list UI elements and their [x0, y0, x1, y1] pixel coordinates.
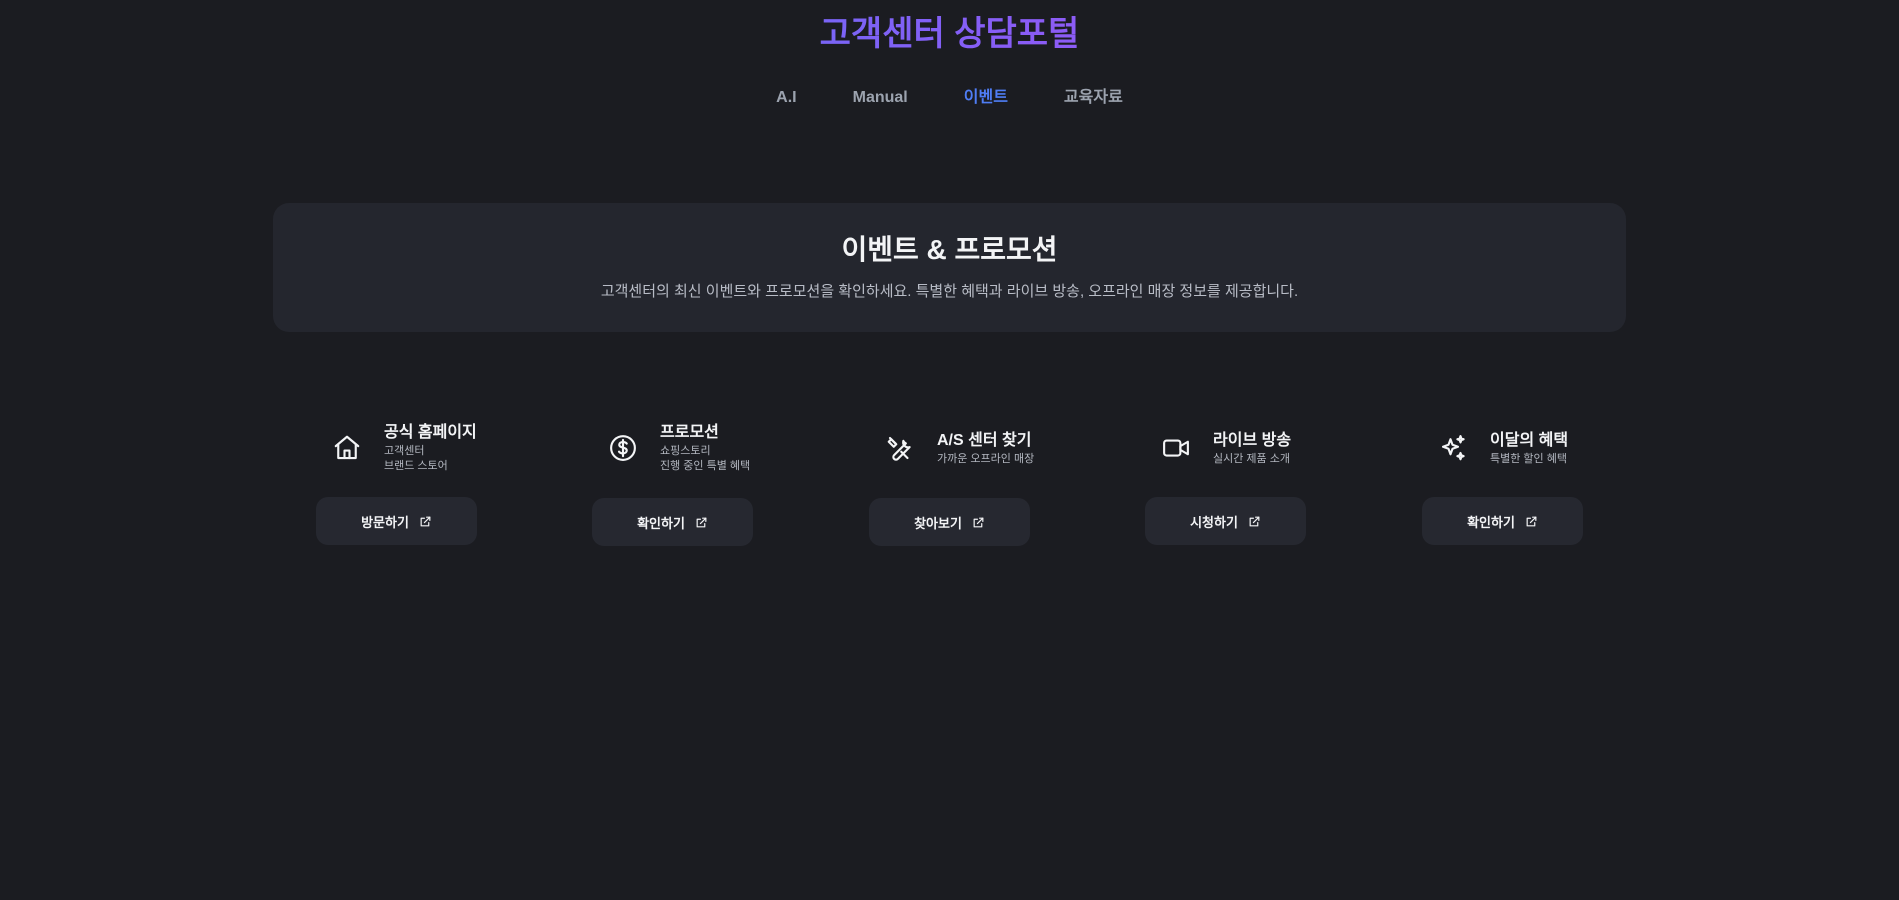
card-subtitle: 실시간 제품 소개 [1213, 452, 1290, 465]
external-link-icon [1525, 515, 1538, 528]
hero-title: 이벤트 & 프로모션 [841, 234, 1058, 265]
card-title: 공식 홈페이지 [384, 424, 477, 441]
external-link-icon [419, 515, 432, 528]
video-camera-icon [1159, 431, 1193, 465]
home-icon [330, 431, 364, 465]
card-subtitle: 고객센터 [384, 445, 425, 457]
card-title: 프로모션 [660, 424, 719, 441]
card-subtitle: 특별한 할인 혜택 [1490, 452, 1567, 465]
card-title: 라이브 방송 [1213, 431, 1292, 449]
card-subtitle: 브랜드 스토어 [384, 460, 448, 472]
button-label: 방문하기 [361, 514, 409, 530]
page-title: 고객센터 상담포털 [0, 12, 1899, 56]
card-title: 이달의 혜택 [1490, 431, 1569, 449]
button-label: 찾아보기 [914, 515, 962, 531]
button-label: 확인하기 [637, 515, 685, 531]
card-homepage: 공식 홈페이지 고객센터 브랜드 스토어 방문하기 [316, 418, 516, 548]
card-live: 라이브 방송 실시간 제품 소개 시청하기 [1145, 418, 1345, 548]
tools-icon [883, 431, 917, 465]
tab-education[interactable]: 교육자료 [1036, 86, 1151, 110]
watch-button[interactable]: 시청하기 [1145, 497, 1306, 545]
tab-event[interactable]: 이벤트 [936, 86, 1036, 110]
external-link-icon [1248, 515, 1261, 528]
card-header: 이달의 혜택 특별한 할인 혜택 [1436, 418, 1568, 478]
main-nav: A.I Manual 이벤트 교육자료 [0, 86, 1899, 110]
card-subtitle: 쇼핑스토리 [660, 445, 711, 457]
card-subtitle: 가까운 오프라인 매장 [937, 452, 1035, 465]
sparkles-icon [1436, 431, 1470, 465]
card-header: 프로모션 쇼핑스토리 진행 중인 특별 혜택 [606, 418, 750, 478]
card-monthly-benefit: 이달의 혜택 특별한 할인 혜택 확인하기 [1422, 418, 1622, 548]
find-button[interactable]: 찾아보기 [869, 498, 1030, 546]
tab-manual[interactable]: Manual [825, 86, 936, 110]
portal-title-text: 고객센터 상담포털 [819, 15, 1080, 53]
benefit-check-button[interactable]: 확인하기 [1422, 497, 1583, 545]
visit-button[interactable]: 방문하기 [316, 497, 477, 545]
card-header: A/S 센터 찾기 가까운 오프라인 매장 [883, 418, 1034, 478]
card-title: A/S 센터 찾기 [937, 431, 1032, 449]
hero-panel: 이벤트 & 프로모션 고객센터의 최신 이벤트와 프로모션을 확인하세요. 특별… [273, 203, 1626, 332]
tab-ai[interactable]: A.I [748, 86, 824, 110]
hero-description: 고객센터의 최신 이벤트와 프로모션을 확인하세요. 특별한 혜택과 라이브 방… [600, 283, 1299, 300]
card-header: 라이브 방송 실시간 제품 소개 [1159, 418, 1291, 478]
card-header: 공식 홈페이지 고객센터 브랜드 스토어 [330, 418, 477, 478]
dollar-circle-icon [606, 431, 640, 465]
external-link-icon [972, 516, 985, 529]
card-promotion: 프로모션 쇼핑스토리 진행 중인 특별 혜택 확인하기 [592, 418, 792, 548]
page: 고객센터 상담포털 A.I Manual 이벤트 교육자료 이벤트 & 프로모션… [0, 0, 1899, 900]
button-label: 시청하기 [1190, 514, 1238, 530]
external-link-icon [695, 516, 708, 529]
card-service-center: A/S 센터 찾기 가까운 오프라인 매장 찾아보기 [869, 418, 1069, 548]
check-button[interactable]: 확인하기 [592, 498, 753, 546]
button-label: 확인하기 [1467, 514, 1515, 530]
card-subtitle: 진행 중인 특별 혜택 [660, 460, 751, 472]
